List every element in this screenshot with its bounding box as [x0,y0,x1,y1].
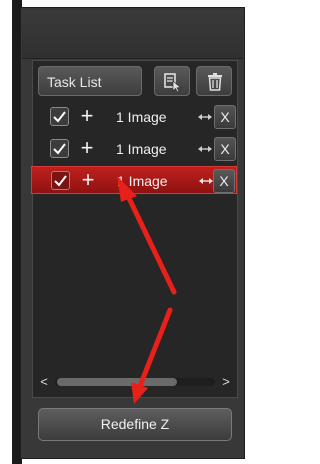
trash-icon [208,73,222,91]
checkmark-icon [53,111,66,123]
task-list-panel: Task List + 1 Image X + 1 Image X + 1 Im… [31,60,238,398]
horizontal-scrollbar[interactable]: < > [33,373,237,391]
delete-all-button[interactable] [196,66,232,96]
remove-task-button[interactable]: X [213,169,235,193]
task-pointer-button[interactable] [154,66,190,96]
task-checkbox[interactable] [51,171,70,190]
scroll-track[interactable] [55,378,215,386]
task-checkbox[interactable] [50,107,69,126]
expand-button[interactable]: + [78,103,96,131]
move-arrows-icon[interactable] [199,176,213,186]
scroll-left-button[interactable]: < [37,373,51,391]
task-label: 1 Image [117,173,168,189]
task-row[interactable]: + 1 Image X [36,103,236,131]
redefine-z-button[interactable]: Redefine Z [38,408,232,441]
task-list-header: Task List [36,64,234,98]
scroll-right-button[interactable]: > [219,373,233,391]
task-row[interactable]: + 1 Image X [36,135,236,163]
checkmark-icon [54,175,67,187]
expand-button[interactable]: + [78,135,96,163]
clipboard-pointer-icon [164,73,182,92]
remove-task-button[interactable]: X [214,105,236,129]
panel-top-bar [22,10,243,59]
checkmark-icon [53,143,66,155]
task-list-title: Task List [38,66,142,96]
move-arrows-icon[interactable] [198,144,212,154]
expand-button[interactable]: + [79,167,97,195]
task-label: 1 Image [116,141,167,157]
remove-task-button[interactable]: X [214,137,236,161]
move-arrows-icon[interactable] [198,112,212,122]
task-row-selected[interactable]: + 1 Image X [31,166,237,194]
task-checkbox[interactable] [50,139,69,158]
task-label: 1 Image [116,109,167,125]
scroll-thumb[interactable] [57,378,177,386]
